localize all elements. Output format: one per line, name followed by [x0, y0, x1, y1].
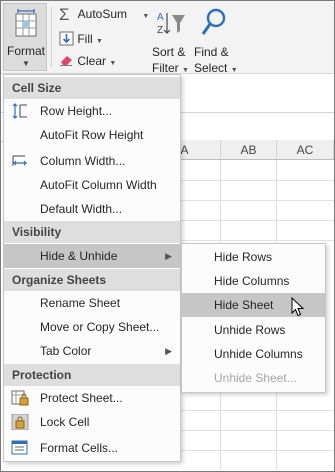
sort-filter-button[interactable]: A Z Sort & Filter ▼: [152, 5, 189, 75]
section-organize-sheets: Organize Sheets: [4, 269, 180, 291]
chevron-down-icon: ▼: [182, 67, 189, 74]
menu-item-rename-sheet[interactable]: Rename Sheet: [4, 291, 180, 315]
sort-filter-label-2: Filter: [152, 61, 179, 75]
ribbon-divider: [51, 7, 52, 67]
menu-item-label: Row Height...: [40, 104, 113, 118]
menu-item-label: AutoFit Column Width: [40, 178, 157, 192]
find-select-button[interactable]: Find & Select ▼: [194, 5, 238, 75]
menu-item-label: Hide & Unhide: [40, 249, 118, 263]
menu-item-column-width[interactable]: Column Width...: [4, 149, 180, 173]
menu-item-label: Hide Columns: [214, 274, 290, 288]
menu-item-label: Format Cells...: [40, 441, 119, 455]
fill-button[interactable]: Fill ▼: [59, 31, 103, 49]
fill-label: Fill: [77, 32, 93, 47]
menu-item-unhide-rows[interactable]: Unhide Rows: [182, 318, 325, 342]
menu-item-label: Hide Rows: [214, 250, 273, 264]
autosum-label: AutoSum: [77, 7, 128, 21]
menu-item-format-cells[interactable]: Format Cells...: [4, 436, 180, 460]
menu-item-label: Protect Sheet...: [40, 391, 123, 405]
menu-item-label: Unhide Rows: [214, 323, 286, 337]
menu-item-default-width[interactable]: Default Width...: [4, 197, 180, 221]
eraser-icon: [59, 54, 74, 69]
sigma-icon: Σ: [59, 4, 70, 24]
menu-item-protect-sheet[interactable]: Protect Sheet...: [4, 386, 180, 410]
chevron-down-icon: ▼: [142, 13, 150, 20]
menu-item-unhide-sheet: Unhide Sheet...: [182, 366, 325, 390]
sort-filter-icon: A Z: [156, 9, 186, 40]
column-header-ac[interactable]: AC: [277, 140, 334, 160]
section-visibility: Visibility: [4, 221, 180, 243]
menu-item-label: Lock Cell: [40, 415, 90, 429]
menu-item-label: Default Width...: [40, 202, 123, 216]
menu-item-label: Move or Copy Sheet...: [40, 320, 160, 334]
format-button-label: Format: [6, 44, 45, 58]
chevron-down-icon: ▼: [96, 38, 103, 46]
find-select-label-1: Find &: [194, 45, 229, 59]
svg-text:Z: Z: [157, 25, 163, 36]
lock-icon: [11, 413, 29, 431]
format-cells-icon: [14, 8, 38, 41]
protect-sheet-icon: [11, 390, 29, 406]
menu-item-label: AutoFit Row Height: [40, 128, 144, 142]
menu-item-label: Tab Color: [40, 344, 92, 358]
menu-item-hide-columns[interactable]: Hide Columns: [182, 269, 325, 293]
menu-item-label: Rename Sheet: [40, 296, 121, 310]
find-select-label-2: Select: [194, 61, 228, 75]
section-cell-size: Cell Size: [4, 77, 180, 99]
magnifier-icon: [200, 7, 228, 42]
ribbon: Format ▼ Σ AutoSum ▼ Fill ▼ Clear ▼ A Z …: [1, 1, 334, 75]
menu-item-row-height[interactable]: Row Height...: [4, 99, 180, 123]
menu-item-move-copy-sheet[interactable]: Move or Copy Sheet...: [4, 315, 180, 339]
menu-item-label: Column Width...: [40, 154, 126, 168]
menu-item-tab-color[interactable]: Tab Color ▶: [4, 339, 180, 363]
format-menu: Cell Size Row Height... AutoFit Row Heig…: [3, 74, 181, 462]
submenu-arrow-icon: ▶: [165, 251, 172, 261]
menu-item-label: Unhide Columns: [214, 347, 303, 361]
format-cells-dialog-icon: [11, 440, 29, 456]
chevron-down-icon: ▼: [22, 59, 30, 68]
chevron-down-icon: ▼: [109, 60, 117, 67]
section-protection: Protection: [4, 364, 180, 386]
autosum-button[interactable]: Σ AutoSum ▼: [59, 4, 150, 24]
menu-item-unhide-columns[interactable]: Unhide Columns: [182, 342, 325, 366]
menu-item-label: Unhide Sheet...: [214, 371, 297, 385]
format-button[interactable]: Format ▼: [3, 3, 47, 71]
clear-button[interactable]: Clear ▼: [59, 54, 116, 69]
menu-item-autofit-row-height[interactable]: AutoFit Row Height: [4, 123, 180, 147]
menu-item-hide-unhide[interactable]: Hide & Unhide ▶: [4, 244, 180, 268]
menu-item-autofit-column-width[interactable]: AutoFit Column Width: [4, 173, 180, 197]
menu-item-lock-cell[interactable]: Lock Cell: [4, 410, 180, 434]
svg-text:A: A: [157, 12, 164, 23]
mouse-pointer-icon: [291, 296, 305, 320]
chevron-down-icon: ▼: [230, 67, 238, 74]
row-height-icon: [11, 103, 29, 119]
submenu-arrow-icon: ▶: [165, 346, 172, 356]
sort-filter-label-1: Sort &: [152, 45, 186, 59]
fill-down-icon: [59, 31, 74, 49]
menu-item-label: Hide Sheet: [214, 298, 274, 312]
column-width-icon: [11, 153, 29, 169]
menu-item-hide-rows[interactable]: Hide Rows: [182, 245, 325, 269]
clear-label: Clear: [77, 54, 107, 68]
column-header-ab[interactable]: AB: [221, 140, 277, 160]
